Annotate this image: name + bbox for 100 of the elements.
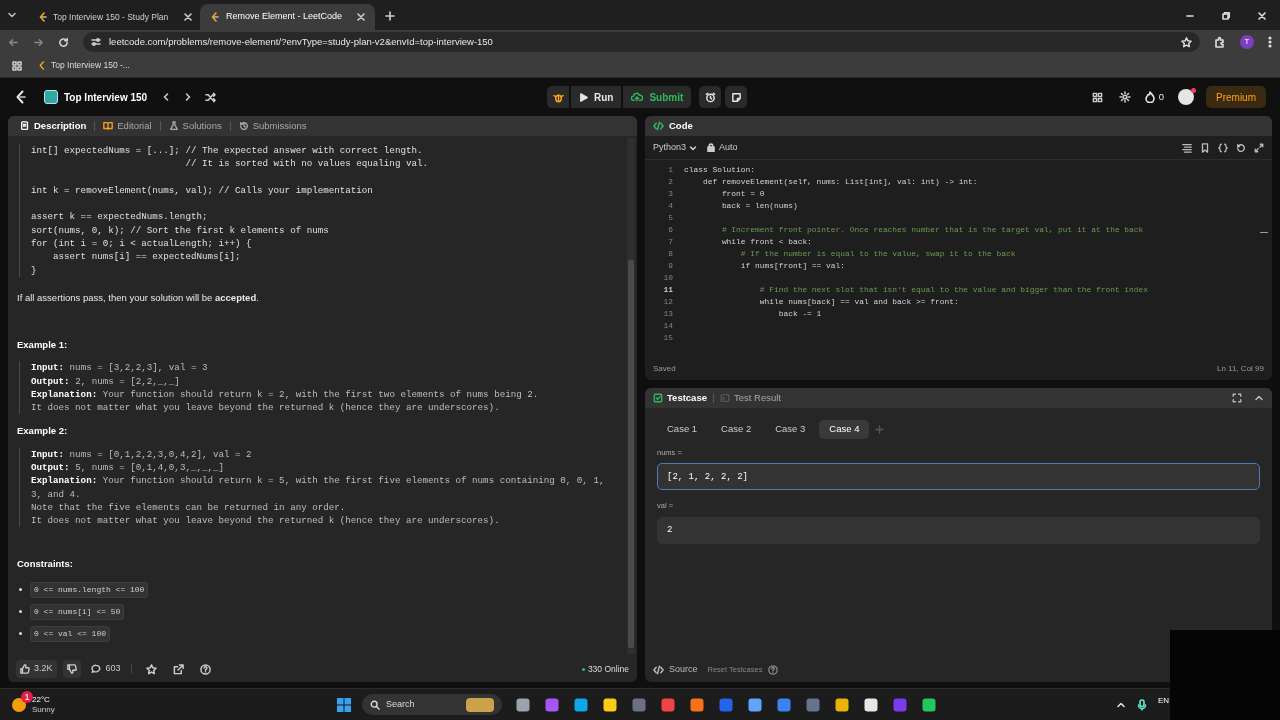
code-line: }	[31, 263, 38, 277]
comments-button[interactable]: 603	[90, 662, 121, 676]
microphone-icon[interactable]	[1137, 699, 1147, 711]
example-line: Output: 2, nums = [2,2,_,_]	[31, 374, 181, 388]
profile-avatar[interactable]: T	[1240, 35, 1254, 49]
help-icon[interactable]	[199, 663, 211, 675]
panel-title: Code	[669, 118, 693, 133]
example-line: Input: nums = [0,1,2,2,3,0,4,2], val = 2	[31, 447, 253, 461]
shuffle-icon[interactable]	[205, 91, 217, 103]
leetcode-logo-icon	[210, 12, 220, 22]
close-icon[interactable]	[357, 13, 365, 21]
weather-temperature: 22°C	[32, 694, 51, 705]
layout-grid-icon[interactable]	[1091, 91, 1103, 103]
keyboard-language[interactable]: EN	[1158, 695, 1170, 707]
fullscreen-icon[interactable]	[1232, 393, 1242, 403]
panel-tab[interactable]: Description	[16, 118, 91, 134]
case-tab[interactable]: Case 3	[765, 420, 816, 439]
settings-icon[interactable]	[1118, 91, 1131, 103]
note-icon	[730, 91, 742, 103]
star-icon[interactable]	[1181, 36, 1192, 48]
study-plan-title[interactable]: Top Interview 150	[64, 89, 148, 105]
code-line: for (int i = 0; i < actualLength; i++) {	[31, 237, 253, 251]
reload-icon[interactable]	[58, 36, 69, 48]
flame-icon	[1144, 91, 1155, 103]
notes-button[interactable]	[725, 86, 748, 108]
leetcode-logo-icon[interactable]	[14, 90, 28, 104]
code-line: assert k == expectedNums.length;	[31, 210, 209, 224]
comment-icon	[90, 664, 101, 674]
example-line: Note that the five elements can be returned in any order.	[31, 500, 347, 515]
description-text: If all assertions pass, then your solution will be accepted.	[17, 290, 260, 304]
input-field[interactable]: [2, 1, 2, 2, 2]	[657, 463, 1260, 491]
address-bar[interactable]: leetcode.com/problems/remove-element/?envType=study-plan-v2&envId=top-interview-150	[83, 32, 1200, 52]
fullscreen-icon[interactable]	[1254, 142, 1264, 153]
cursor-position: Ln 11, Col 99	[1217, 363, 1264, 375]
bug-icon	[552, 91, 564, 103]
streak-counter[interactable]: 0	[1144, 89, 1164, 105]
study-plan-icon[interactable]	[44, 90, 58, 104]
online-count: 330 Online	[587, 662, 629, 676]
run-button[interactable]: Run	[571, 86, 622, 108]
taskbar-search[interactable]: Search	[362, 694, 502, 715]
chevron-down-icon	[689, 143, 698, 152]
submit-button[interactable]: Submit	[623, 86, 692, 108]
panel-tab[interactable]: Submissions	[234, 118, 311, 134]
timer-button[interactable]	[699, 86, 722, 108]
flask-icon	[168, 121, 179, 131]
like-button[interactable]: 3.2K	[16, 660, 57, 678]
site-settings-icon[interactable]	[91, 37, 101, 47]
language-selector[interactable]: Python3	[653, 140, 698, 155]
restore-icon[interactable]	[1221, 11, 1231, 21]
document-icon	[20, 121, 30, 131]
back-arrow-icon[interactable]	[8, 36, 19, 48]
cloud-upload-icon	[631, 92, 644, 102]
constraint-code: 0 <= val <= 100	[30, 625, 110, 642]
scrollbar-thumb[interactable]	[628, 260, 634, 648]
url-text: leetcode.com/problems/remove-element/?envType=study-plan-v2&envId=top-interview-150	[109, 34, 493, 49]
notification-badge: 1	[21, 690, 33, 703]
tab-title: Top Interview 150 - Study Plan	[53, 10, 170, 24]
auto-mode-toggle[interactable]: Auto	[707, 140, 738, 155]
chevron-up-icon[interactable]	[1254, 393, 1264, 403]
example-line: It does not matter what you leave beyond the returned k (hence they are underscores).	[31, 514, 501, 528]
extensions-icon[interactable]	[1214, 36, 1226, 48]
dislike-button[interactable]	[62, 660, 81, 678]
tab-title: Remove Element - LeetCode	[226, 10, 344, 24]
chevron-up-icon[interactable]	[1116, 700, 1126, 710]
bookmark-icon[interactable]	[1200, 142, 1210, 153]
format-icon[interactable]	[1182, 142, 1192, 153]
reset-icon[interactable]	[1236, 142, 1246, 153]
thumbs-up-icon	[20, 664, 30, 674]
search-highlight-picture	[466, 697, 494, 712]
code-line: assert nums[i] == expectedNums[i];	[52, 250, 242, 264]
example-line: Output: 5, nums = [0,1,4,0,3,_,_,_]	[31, 460, 225, 475]
constraint-code: 0 <= nums[i] <= 50	[30, 603, 125, 620]
user-avatar[interactable]	[1178, 89, 1194, 105]
debug-button[interactable]	[547, 86, 569, 108]
scrollbar[interactable]	[627, 138, 635, 654]
share-icon[interactable]	[172, 663, 184, 675]
source-button[interactable]: Source	[653, 663, 698, 677]
alarm-clock-icon	[704, 91, 716, 103]
premium-button[interactable]: Premium	[1206, 86, 1266, 108]
apps-grid-icon[interactable]	[12, 60, 22, 71]
bookmark[interactable]: Top Interview 150 -...	[38, 59, 130, 72]
more-vertical-icon[interactable]	[1268, 36, 1272, 48]
panel-tab[interactable]: Editorial	[99, 118, 156, 134]
case-tab[interactable]: Case 1	[657, 420, 708, 439]
windows-start-icon[interactable]	[336, 696, 352, 713]
case-tab[interactable]: Case 4	[819, 420, 870, 439]
star-icon[interactable]	[145, 663, 157, 675]
input-field[interactable]: 2	[657, 516, 1260, 544]
braces-icon[interactable]	[1218, 142, 1228, 153]
browser-tab[interactable]: Remove Element - LeetCode	[200, 4, 375, 30]
panel-tab[interactable]: Test Result	[719, 390, 781, 406]
close-icon[interactable]	[184, 13, 192, 21]
lock-icon	[707, 143, 716, 152]
panel-tab[interactable]: Solutions	[164, 118, 226, 134]
case-tab[interactable]: Case 2	[711, 420, 762, 439]
close-icon[interactable]	[1257, 11, 1267, 21]
panel-tab[interactable]: Testcase	[653, 390, 707, 406]
save-status: Saved	[653, 363, 676, 375]
help-icon[interactable]	[768, 665, 779, 675]
forward-arrow-icon[interactable]	[33, 36, 44, 48]
